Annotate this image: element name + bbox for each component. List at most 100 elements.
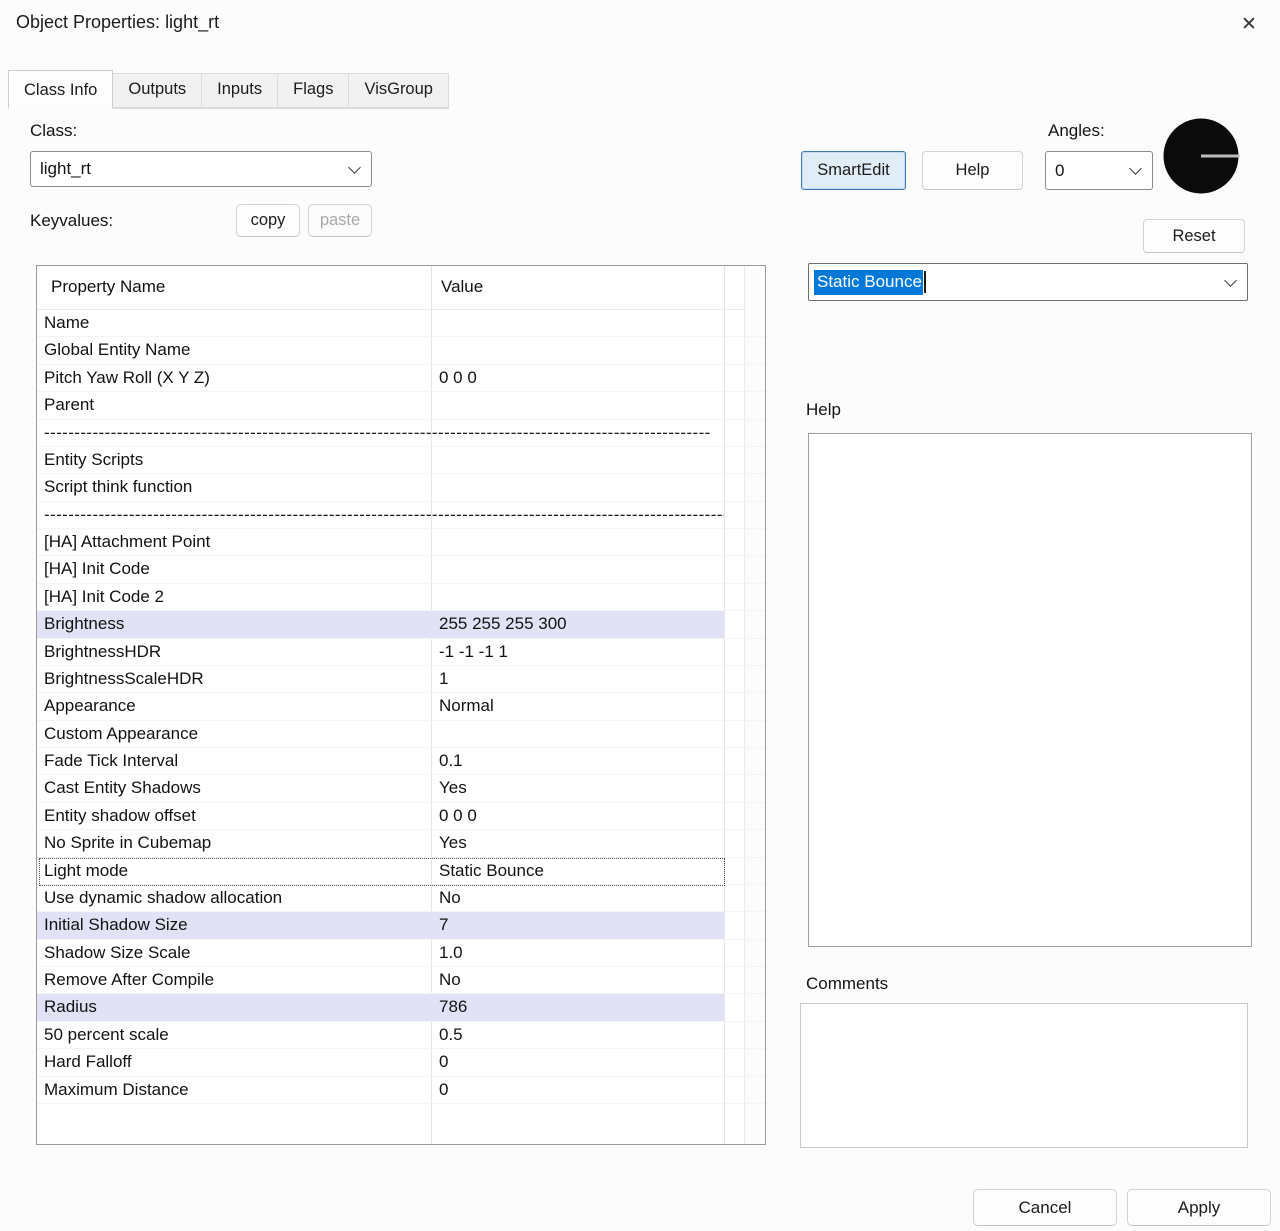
table-row[interactable]: Use dynamic shadow allocationNo: [37, 885, 765, 912]
table-row[interactable]: Cast Entity ShadowsYes: [37, 775, 765, 802]
property-value: [431, 474, 724, 500]
tab-label: Outputs: [128, 80, 186, 98]
keyvalues-table: Property Name Value NameGlobal Entity Na…: [36, 265, 766, 1145]
header-value[interactable]: Value: [431, 266, 483, 309]
property-name: Entity Scripts: [37, 447, 431, 473]
property-value: Normal: [431, 693, 724, 719]
table-row[interactable]: Fade Tick Interval0.1: [37, 748, 765, 775]
property-name: Script think function: [37, 474, 431, 500]
close-icon[interactable]: ✕: [1232, 8, 1266, 40]
property-name: [HA] Attachment Point: [37, 529, 431, 555]
table-row[interactable]: Parent: [37, 392, 765, 419]
tab-flags[interactable]: Flags: [277, 73, 349, 108]
property-name: Custom Appearance: [37, 721, 431, 747]
table-row[interactable]: Initial Shadow Size7: [37, 912, 765, 939]
table-row[interactable]: AppearanceNormal: [37, 693, 765, 720]
tab-inputs[interactable]: Inputs: [201, 73, 278, 108]
text-cursor: [924, 271, 926, 293]
table-row[interactable]: Custom Appearance: [37, 721, 765, 748]
tab-visgroup[interactable]: VisGroup: [348, 73, 448, 108]
class-dropdown[interactable]: light_rt: [30, 151, 372, 187]
property-value: Static Bounce: [431, 858, 724, 884]
copy-button[interactable]: copy: [236, 204, 300, 237]
table-row[interactable]: 50 percent scale0.5: [37, 1022, 765, 1049]
table-row[interactable]: Shadow Size Scale1.0: [37, 940, 765, 967]
tab-label: Flags: [293, 80, 333, 98]
property-name: Brightness: [37, 611, 431, 637]
tab-class-info[interactable]: Class Info: [8, 70, 113, 109]
header-property-name[interactable]: Property Name: [37, 266, 431, 309]
property-value: [431, 310, 724, 336]
property-value: 0 0 0: [431, 803, 724, 829]
property-name: Radius: [37, 994, 431, 1020]
property-value: Yes: [431, 775, 724, 801]
comments-label: Comments: [806, 974, 888, 994]
apply-button[interactable]: Apply: [1127, 1189, 1271, 1226]
table-header: Property Name Value: [37, 266, 765, 310]
table-row[interactable]: Entity shadow offset0 0 0: [37, 803, 765, 830]
property-name: Light mode: [37, 858, 431, 884]
reset-button[interactable]: Reset: [1143, 219, 1245, 253]
table-row[interactable]: [HA] Init Code: [37, 556, 765, 583]
table-row[interactable]: [HA] Attachment Point: [37, 529, 765, 556]
property-name: Entity shadow offset: [37, 803, 431, 829]
property-name: Initial Shadow Size: [37, 912, 431, 938]
keyvalues-label: Keyvalues:: [30, 211, 113, 231]
object-properties-dialog: { "window": { "title": "Object Propertie…: [0, 0, 1280, 1231]
property-name: Appearance: [37, 693, 431, 719]
angle-dial-icon[interactable]: [1162, 117, 1240, 195]
page-title: Object Properties: light_rt: [16, 12, 219, 33]
property-value: 0.5: [431, 1022, 724, 1048]
property-value: -1 -1 -1 1: [431, 639, 724, 665]
table-row[interactable]: Remove After CompileNo: [37, 967, 765, 994]
property-name: Maximum Distance: [37, 1077, 431, 1103]
angles-dropdown-value: 0: [1055, 161, 1064, 181]
table-row[interactable]: Pitch Yaw Roll (X Y Z)0 0 0: [37, 365, 765, 392]
table-row[interactable]: Hard Falloff0: [37, 1049, 765, 1076]
help-button[interactable]: Help: [922, 151, 1023, 190]
tab-strip: Class Info Outputs Inputs Flags VisGroup: [8, 70, 449, 109]
table-row[interactable]: BrightnessScaleHDR1: [37, 666, 765, 693]
tab-label: Class Info: [24, 81, 97, 99]
property-name: BrightnessHDR: [37, 639, 431, 665]
table-row[interactable]: Name: [37, 310, 765, 337]
property-name: Remove After Compile: [37, 967, 431, 993]
table-row[interactable]: ----------------------------------------…: [37, 502, 765, 529]
table-row[interactable]: Script think function: [37, 474, 765, 501]
property-value: 0: [431, 1077, 724, 1103]
property-value: 1.0: [431, 940, 724, 966]
table-row[interactable]: Global Entity Name: [37, 337, 765, 364]
property-value: No: [431, 885, 724, 911]
smartedit-button[interactable]: SmartEdit: [801, 151, 906, 190]
property-value: 786: [431, 994, 724, 1020]
chevron-down-icon: [348, 161, 361, 174]
property-value: 255 255 255 300: [431, 611, 724, 637]
table-row[interactable]: No Sprite in CubemapYes: [37, 830, 765, 857]
property-name: Fade Tick Interval: [37, 748, 431, 774]
table-row[interactable]: Maximum Distance0: [37, 1077, 765, 1104]
table-row[interactable]: Light modeStatic Bounce: [37, 858, 765, 885]
table-row[interactable]: Brightness255 255 255 300: [37, 611, 765, 638]
angles-label: Angles:: [1048, 121, 1105, 141]
table-row[interactable]: BrightnessHDR-1 -1 -1 1: [37, 639, 765, 666]
property-name: Shadow Size Scale: [37, 940, 431, 966]
property-name: BrightnessScaleHDR: [37, 666, 431, 692]
tab-outputs[interactable]: Outputs: [112, 73, 202, 108]
property-name: 50 percent scale: [37, 1022, 431, 1048]
table-row[interactable]: Radius786: [37, 994, 765, 1021]
property-name: Use dynamic shadow allocation: [37, 885, 431, 911]
property-name: Hard Falloff: [37, 1049, 431, 1075]
table-row[interactable]: ----------------------------------------…: [37, 420, 765, 447]
property-value: [431, 529, 724, 555]
cancel-button[interactable]: Cancel: [973, 1189, 1117, 1226]
value-editor-dropdown[interactable]: Static Bounce: [808, 263, 1248, 301]
comments-input[interactable]: [800, 1003, 1248, 1148]
property-name: Pitch Yaw Roll (X Y Z): [37, 365, 431, 391]
prop-rows: NameGlobal Entity NamePitch Yaw Roll (X …: [37, 310, 765, 1104]
table-row[interactable]: Entity Scripts: [37, 447, 765, 474]
divider-text: ----------------------------------------…: [37, 502, 724, 528]
property-name: Parent: [37, 392, 431, 418]
property-value: 1: [431, 666, 724, 692]
angles-dropdown[interactable]: 0: [1045, 151, 1153, 190]
table-row[interactable]: [HA] Init Code 2: [37, 584, 765, 611]
